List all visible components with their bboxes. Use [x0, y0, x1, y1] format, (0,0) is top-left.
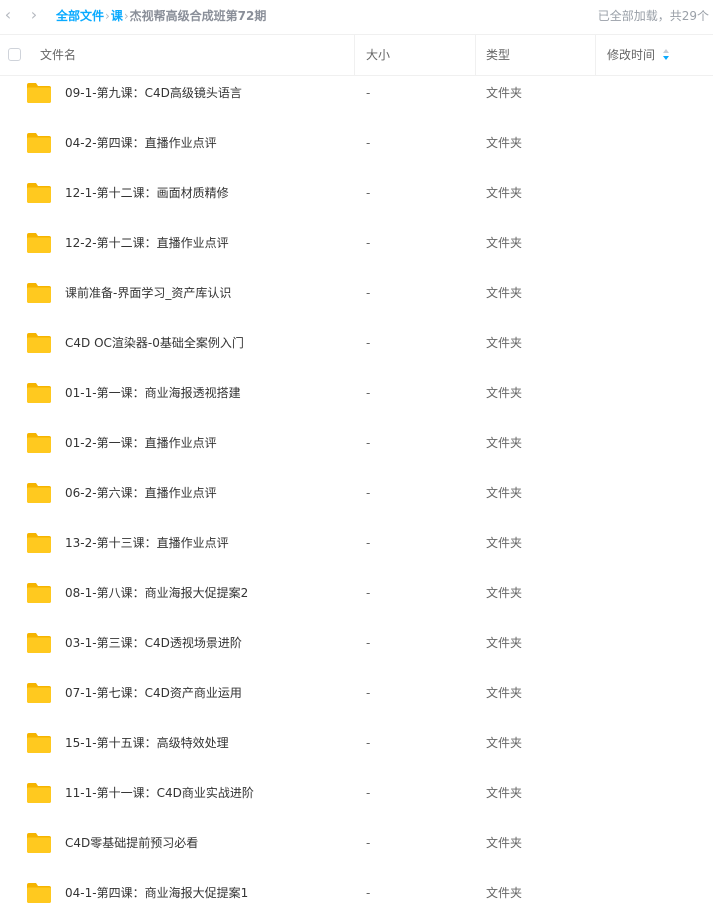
- file-name[interactable]: 06-2-第六课：直播作业点评: [65, 468, 217, 518]
- file-type: 文件夹: [486, 286, 523, 300]
- file-name[interactable]: C4D零基础提前预习必看: [65, 818, 198, 868]
- file-type: 文件夹: [486, 836, 523, 850]
- file-size: -: [366, 536, 371, 550]
- file-name[interactable]: 09-1-第九课：C4D高级镜头语言: [65, 68, 242, 118]
- folder-icon: [27, 783, 51, 803]
- breadcrumb-separator: ›: [105, 9, 110, 23]
- table-row[interactable]: 01-2-第一课：直播作业点评 - 文件夹: [0, 418, 713, 468]
- file-size: -: [366, 486, 371, 500]
- file-size: -: [366, 336, 371, 350]
- folder-icon: [27, 283, 51, 303]
- table-row[interactable]: 07-1-第七课：C4D资产商业运用 - 文件夹: [0, 668, 713, 718]
- file-type: 文件夹: [486, 736, 523, 750]
- file-size: -: [366, 86, 371, 100]
- folder-icon: [27, 533, 51, 553]
- file-size: -: [366, 236, 371, 250]
- table-row[interactable]: 08-1-第八课：商业海报大促提案2 - 文件夹: [0, 568, 713, 618]
- folder-icon: [27, 383, 51, 403]
- file-name[interactable]: 01-2-第一课：直播作业点评: [65, 418, 217, 468]
- file-name[interactable]: 11-1-第十一课：C4D商业实战进阶: [65, 768, 254, 818]
- header-modified-label: 修改时间: [607, 48, 656, 62]
- file-size: -: [366, 636, 371, 650]
- file-type: 文件夹: [486, 686, 523, 700]
- folder-icon: [27, 683, 51, 703]
- table-row[interactable]: 06-2-第六课：直播作业点评 - 文件夹: [0, 468, 713, 518]
- table-row[interactable]: 11-1-第十一课：C4D商业实战进阶 - 文件夹: [0, 768, 713, 818]
- file-type: 文件夹: [486, 386, 523, 400]
- table-row[interactable]: C4D OC渲染器-0基础全案例入门 - 文件夹: [0, 318, 713, 368]
- file-type: 文件夹: [486, 486, 523, 500]
- file-type: 文件夹: [486, 786, 523, 800]
- file-type: 文件夹: [486, 636, 523, 650]
- table-row[interactable]: 03-1-第三课：C4D透视场景进阶 - 文件夹: [0, 618, 713, 668]
- file-size: -: [366, 586, 371, 600]
- file-name[interactable]: 07-1-第七课：C4D资产商业运用: [65, 668, 242, 718]
- breadcrumb-separator: ›: [123, 9, 129, 23]
- folder-icon: [27, 133, 51, 153]
- file-size: -: [366, 686, 371, 700]
- folder-icon: [27, 833, 51, 853]
- breadcrumb: 全部文件›课›杰视帮高级合成班第72期: [56, 7, 266, 24]
- breadcrumb-root[interactable]: 全部文件: [56, 9, 104, 23]
- folder-icon: [27, 433, 51, 453]
- select-all-checkbox[interactable]: [8, 48, 21, 61]
- chevron-left-icon[interactable]: ‹: [0, 6, 16, 24]
- file-type: 文件夹: [486, 136, 523, 150]
- breadcrumb-current: 杰视帮高级合成班第72期: [129, 9, 267, 23]
- table-row[interactable]: 04-2-第四课：直播作业点评 - 文件夹: [0, 118, 713, 168]
- file-name[interactable]: 12-2-第十二课：直播作业点评: [65, 218, 229, 268]
- top-bar: ‹ › 全部文件›课›杰视帮高级合成班第72期 已全部加载，共29个: [0, 0, 713, 32]
- file-name[interactable]: 08-1-第八课：商业海报大促提案2: [65, 568, 248, 618]
- file-type: 文件夹: [486, 886, 523, 900]
- file-type: 文件夹: [486, 336, 523, 350]
- chevron-right-icon[interactable]: ›: [26, 6, 42, 24]
- file-name[interactable]: 01-1-第一课：商业海报透视搭建: [65, 368, 241, 418]
- load-status: 已全部加载，共29个: [597, 9, 709, 23]
- file-name[interactable]: 13-2-第十三课：直播作业点评: [65, 518, 229, 568]
- file-list: 09-1-第九课：C4D高级镜头语言 - 文件夹 04-2-第四课：直播作业点评 - 文件…: [0, 68, 713, 918]
- table-row[interactable]: 课前准备-界面学习_资产库认识 - 文件夹: [0, 268, 713, 318]
- file-name[interactable]: 15-1-第十五课：高级特效处理: [65, 718, 229, 768]
- file-name[interactable]: C4D OC渲染器-0基础全案例入门: [65, 318, 244, 368]
- table-row[interactable]: 12-1-第十二课：画面材质精修 - 文件夹: [0, 168, 713, 218]
- file-size: -: [366, 436, 371, 450]
- table-row[interactable]: 13-2-第十三课：直播作业点评 - 文件夹: [0, 518, 713, 568]
- file-type: 文件夹: [486, 536, 523, 550]
- breadcrumb-parent[interactable]: 课: [111, 9, 123, 23]
- file-size: -: [366, 386, 371, 400]
- file-type: 文件夹: [486, 586, 523, 600]
- file-type: 文件夹: [486, 236, 523, 250]
- folder-icon: [27, 83, 51, 103]
- file-size: -: [366, 836, 371, 850]
- folder-icon: [27, 583, 51, 603]
- file-name[interactable]: 12-1-第十二课：画面材质精修: [65, 168, 229, 218]
- folder-icon: [27, 733, 51, 753]
- table-row[interactable]: 12-2-第十二课：直播作业点评 - 文件夹: [0, 218, 713, 268]
- file-size: -: [366, 786, 371, 800]
- file-size: -: [366, 286, 371, 300]
- file-size: -: [366, 886, 371, 900]
- file-name[interactable]: 04-2-第四课：直播作业点评: [65, 118, 217, 168]
- table-row[interactable]: 09-1-第九课：C4D高级镜头语言 - 文件夹: [0, 68, 713, 118]
- folder-icon: [27, 633, 51, 653]
- folder-icon: [27, 333, 51, 353]
- table-row[interactable]: C4D零基础提前预习必看 - 文件夹: [0, 818, 713, 868]
- folder-icon: [27, 483, 51, 503]
- table-row[interactable]: 01-1-第一课：商业海报透视搭建 - 文件夹: [0, 368, 713, 418]
- folder-icon: [27, 183, 51, 203]
- file-type: 文件夹: [486, 436, 523, 450]
- folder-icon: [27, 233, 51, 253]
- folder-icon: [27, 883, 51, 903]
- file-size: -: [366, 186, 371, 200]
- file-name[interactable]: 03-1-第三课：C4D透视场景进阶: [65, 618, 242, 668]
- file-type: 文件夹: [486, 186, 523, 200]
- table-row[interactable]: 04-1-第四课：商业海报大促提案1 - 文件夹: [0, 868, 713, 918]
- file-size: -: [366, 136, 371, 150]
- file-type: 文件夹: [486, 86, 523, 100]
- file-name[interactable]: 课前准备-界面学习_资产库认识: [65, 268, 231, 318]
- file-size: -: [366, 736, 371, 750]
- table-row[interactable]: 15-1-第十五课：高级特效处理 - 文件夹: [0, 718, 713, 768]
- file-name[interactable]: 04-1-第四课：商业海报大促提案1: [65, 868, 248, 918]
